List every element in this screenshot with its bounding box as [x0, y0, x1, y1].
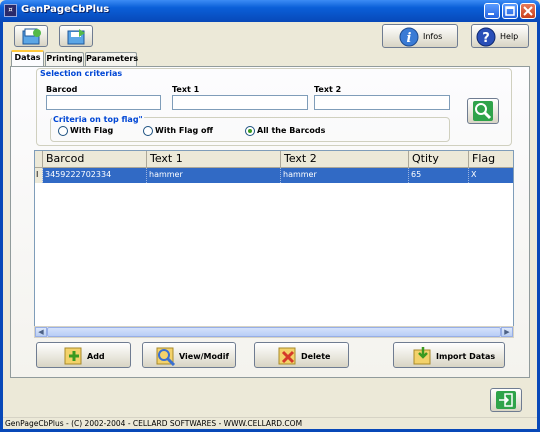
app-icon: ¤	[4, 4, 17, 17]
close-icon	[523, 6, 533, 16]
column-header-text2[interactable]: Text 2	[281, 151, 409, 168]
barcod-field[interactable]	[46, 95, 161, 110]
info-icon: i	[399, 27, 419, 47]
new-page-icon	[22, 28, 41, 45]
close-button[interactable]	[520, 3, 536, 19]
table-cell-text2[interactable]: hammer	[281, 168, 409, 183]
help-label: Help	[500, 32, 519, 41]
tab-datas[interactable]: Datas	[11, 50, 44, 67]
svg-text:?: ?	[482, 31, 490, 46]
grid-corner	[35, 151, 43, 168]
view-modif-label: View/Modif	[179, 352, 229, 361]
table-cell-qtity[interactable]: 65	[409, 168, 469, 183]
flag-criteria-title: Criteria on top flag"	[52, 115, 144, 124]
radio-with-flag-off[interactable]	[143, 126, 153, 136]
row-marker: I	[35, 168, 43, 183]
import-datas-label: Import Datas	[436, 352, 496, 361]
radio-with-flag-off-label: With Flag off	[155, 126, 213, 135]
maximize-icon	[505, 6, 515, 16]
minimize-icon	[488, 13, 494, 15]
horizontal-scrollbar[interactable]: ◀ ▶	[34, 326, 514, 338]
column-header-text1[interactable]: Text 1	[147, 151, 281, 168]
scroll-right-icon[interactable]: ▶	[501, 327, 513, 337]
table-cell-text1[interactable]: hammer	[147, 168, 281, 183]
delete-button[interactable]: Delete	[254, 342, 349, 368]
radio-all-barcods[interactable]	[245, 126, 255, 136]
tab-printing[interactable]: Printing	[45, 52, 84, 66]
infos-button[interactable]: i Infos	[382, 24, 458, 48]
tab-parameters[interactable]: Parameters	[85, 52, 138, 66]
add-button[interactable]: Add	[36, 342, 131, 368]
view-modif-button[interactable]: View/Modif	[142, 342, 236, 368]
search-button[interactable]	[467, 98, 499, 124]
table-cell-barcod[interactable]: 3459222702334	[43, 168, 147, 183]
selection-criteria-title: Selection criterias	[40, 69, 123, 78]
title-bar: ¤ GenPageCbPlus	[0, 0, 540, 22]
add-label: Add	[87, 352, 105, 361]
text1-field[interactable]	[172, 95, 308, 110]
radio-with-flag[interactable]	[58, 126, 68, 136]
import-datas-button[interactable]: Import Datas	[393, 342, 505, 368]
exit-icon	[496, 391, 516, 409]
infos-label: Infos	[423, 32, 443, 41]
status-bar: GenPageCbPlus - (C) 2002-2004 - CELLARD …	[3, 417, 537, 429]
add-icon	[64, 347, 82, 365]
column-header-barcod[interactable]: Barcod	[43, 151, 147, 168]
text2-field[interactable]	[314, 95, 450, 110]
text2-label: Text 2	[314, 85, 342, 94]
radio-all-barcods-label: All the Barcods	[257, 126, 326, 135]
barcod-label: Barcod	[46, 85, 78, 94]
column-header-qtity[interactable]: Qtity	[409, 151, 469, 168]
delete-label: Delete	[301, 352, 331, 361]
save-page-icon	[67, 29, 85, 45]
help-button[interactable]: ? Help	[471, 24, 529, 48]
search-icon	[473, 101, 493, 121]
table-cell-flag[interactable]: X	[469, 168, 513, 183]
import-icon	[413, 347, 431, 365]
radio-with-flag-label: With Flag	[70, 126, 114, 135]
new-page-button[interactable]	[14, 25, 48, 47]
minimize-button[interactable]	[484, 3, 500, 19]
delete-icon	[278, 347, 296, 365]
scroll-left-icon[interactable]: ◀	[35, 327, 47, 337]
view-modif-icon	[156, 347, 176, 366]
scroll-thumb[interactable]	[47, 327, 501, 337]
exit-button[interactable]	[490, 388, 522, 412]
maximize-button[interactable]	[502, 3, 518, 19]
data-grid[interactable]: Barcod Text 1 Text 2 Qtity Flag I 345922…	[34, 150, 514, 338]
text1-label: Text 1	[172, 85, 200, 94]
svg-text:i: i	[407, 31, 412, 46]
column-header-flag[interactable]: Flag	[469, 151, 513, 168]
save-page-button[interactable]	[59, 25, 93, 47]
help-icon: ?	[476, 27, 496, 47]
window-title: GenPageCbPlus	[21, 4, 110, 15]
